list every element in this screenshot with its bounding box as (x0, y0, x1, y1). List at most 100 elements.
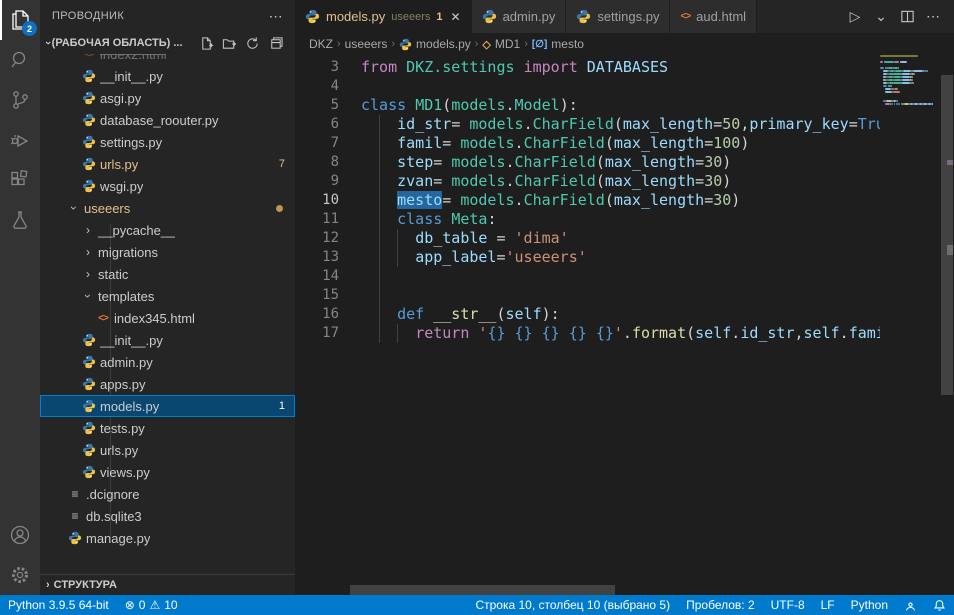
tree-item-label: urls.py (100, 443, 138, 458)
tree-item-asgi.py[interactable]: asgi.py (40, 87, 295, 109)
minimap[interactable] (880, 55, 940, 595)
tab-models.py[interactable]: models.pyuseeers1✕ (295, 0, 472, 33)
explorer-icon[interactable]: 2 (0, 0, 40, 40)
close-icon[interactable]: ✕ (451, 10, 461, 24)
tree-item-index345.html[interactable]: <>index345.html (40, 307, 295, 329)
extensions-icon[interactable] (0, 160, 40, 200)
problems-indicator[interactable]: ⊗ 0 ⚠ 10 (117, 595, 186, 615)
split-editor-icon[interactable] (896, 6, 918, 28)
account-icon[interactable] (0, 515, 40, 555)
line-number: 3 (295, 58, 339, 77)
chevron-down-icon: › (81, 288, 95, 304)
testing-icon[interactable] (0, 200, 40, 240)
breadcrumb-label: mesto (551, 37, 584, 51)
code-line-17[interactable]: 17 return '{} {} {} {} {}'.format(self.i… (295, 324, 954, 343)
source-control-icon[interactable] (0, 80, 40, 120)
tree-folder-__pycache__[interactable]: ›__pycache__ (40, 219, 295, 241)
tree-item-__init__.py[interactable]: __init__.py (40, 329, 295, 351)
new-folder-icon[interactable] (222, 36, 237, 51)
code-line-4[interactable]: 4 (295, 77, 954, 96)
code-line-8[interactable]: 8 step= models.CharField(max_length=30) (295, 153, 954, 172)
run-python-file-button[interactable]: ▷ (844, 6, 866, 28)
settings-gear-icon[interactable] (0, 555, 40, 595)
code-line-14[interactable]: 14 (295, 267, 954, 286)
python-icon (80, 179, 98, 193)
tree-item-admin.py[interactable]: admin.py (40, 351, 295, 373)
tree-item-__init__.py[interactable]: __init__.py (40, 65, 295, 87)
eol-indicator[interactable]: LF (813, 595, 843, 615)
run-dropdown-icon[interactable]: ⌄ (870, 6, 892, 28)
tree-item-views.py[interactable]: views.py (40, 461, 295, 483)
tree-item-settings.py[interactable]: settings.py (40, 131, 295, 153)
code-line-13[interactable]: 13 app_label='useeers' (295, 248, 954, 267)
tree-item-manage.py[interactable]: manage.py (40, 527, 295, 549)
tree-item-label: __pycache__ (98, 223, 175, 238)
vertical-scrollbar[interactable] (940, 55, 954, 595)
tree-item-wsgi.py[interactable]: wsgi.py (40, 175, 295, 197)
class-icon: ◇ (482, 38, 490, 51)
breadcrumb-item-useeers[interactable]: useeers (345, 37, 388, 51)
outline-section-header[interactable]: › СТРУКТУРА (40, 574, 295, 595)
code-line-3[interactable]: 3from DKZ.settings import DATABASES (295, 58, 954, 77)
tree-item-db.sqlite3[interactable]: ≡db.sqlite3 (40, 505, 295, 527)
code-line-11[interactable]: 11 class Meta: (295, 210, 954, 229)
tree-item-models.py[interactable]: models.py1 (40, 395, 295, 417)
cursor-position-indicator[interactable]: Строка 10, столбец 10 (выбрано 5) (467, 595, 678, 615)
tree-item-urls.py[interactable]: urls.py7 (40, 153, 295, 175)
breadcrumb-item-models.py[interactable]: models.py (399, 37, 471, 51)
code-line-16[interactable]: 16 def __str__(self): (295, 305, 954, 324)
line-number: 14 (295, 267, 339, 286)
file-icon: ≡ (66, 509, 84, 523)
code-editor[interactable]: 3from DKZ.settings import DATABASES45cla… (295, 55, 954, 595)
tree-folder-templates[interactable]: ›templates (40, 285, 295, 307)
indentation-indicator[interactable]: Пробелов: 2 (678, 595, 763, 615)
run-debug-icon[interactable] (0, 120, 40, 160)
tree-folder-static[interactable]: ›static (40, 263, 295, 285)
refresh-icon[interactable] (245, 36, 260, 51)
collapse-all-icon[interactable] (268, 36, 283, 51)
python-icon (66, 531, 84, 545)
tree-item-tests.py[interactable]: tests.py (40, 417, 295, 439)
code-line-6[interactable]: 6 id_str= models.CharField(max_length=50… (295, 115, 954, 134)
vertical-scrollbar-slider[interactable] (941, 75, 953, 395)
chevron-right-icon: › (80, 245, 96, 259)
tree-item-.dcignore[interactable]: ≡.dcignore (40, 483, 295, 505)
tree-item-label: settings.py (100, 135, 162, 150)
python-icon (80, 113, 98, 127)
feedback-icon[interactable] (896, 595, 925, 615)
line-number: 15 (295, 286, 339, 305)
tree-folder-useeers[interactable]: ›useeers (40, 197, 295, 219)
breadcrumb-item-mesto[interactable]: [∅]mesto (532, 37, 584, 51)
tab-badge: 1 (436, 11, 442, 23)
breadcrumb-item-MD1[interactable]: ◇MD1 (482, 37, 520, 51)
tab-admin.py[interactable]: admin.py (472, 0, 567, 33)
explorer-more-actions-button[interactable]: ⋯ (269, 8, 283, 25)
tab-description: useeers (391, 11, 430, 23)
python-icon (80, 465, 98, 479)
code-line-10[interactable]: 10 mesto= models.CharField(max_length=30… (295, 191, 954, 210)
chevron-down-icon: › (67, 200, 81, 216)
encoding-indicator[interactable]: UTF-8 (763, 595, 813, 615)
breadcrumb-item-DKZ[interactable]: DKZ (309, 37, 333, 51)
editor-more-actions-button[interactable]: ⋯ (922, 6, 944, 28)
code-line-12[interactable]: 12 db_table = 'dima' (295, 229, 954, 248)
new-file-icon[interactable] (199, 36, 214, 51)
tree-item-apps.py[interactable]: apps.py (40, 373, 295, 395)
tree-item-database_roouter.py[interactable]: database_roouter.py (40, 109, 295, 131)
horizontal-scrollbar[interactable] (350, 585, 615, 595)
tab-settings.py[interactable]: settings.py (566, 0, 670, 33)
code-line-15[interactable]: 15 (295, 286, 954, 305)
code-line-7[interactable]: 7 famil= models.CharField(max_length=100… (295, 134, 954, 153)
tab-aud.html[interactable]: <>aud.html (670, 0, 757, 33)
search-icon[interactable] (0, 40, 40, 80)
workspace-section-header[interactable]: › (РАБОЧАЯ ОБЛАСТЬ) ... (40, 32, 295, 54)
code-line-5[interactable]: 5class MD1(models.Model): (295, 96, 954, 115)
tree-item-index2.html[interactable]: <>index2.html (40, 54, 295, 65)
tree-item-urls.py[interactable]: urls.py (40, 439, 295, 461)
notifications-bell-icon[interactable] (925, 595, 954, 615)
tree-folder-migrations[interactable]: ›migrations (40, 241, 295, 263)
language-mode-indicator[interactable]: Python (843, 595, 896, 615)
tree-item-label: static (98, 267, 128, 282)
code-line-9[interactable]: 9 zvan= models.CharField(max_length=30) (295, 172, 954, 191)
python-version-indicator[interactable]: Python 3.9.5 64-bit (0, 595, 117, 615)
